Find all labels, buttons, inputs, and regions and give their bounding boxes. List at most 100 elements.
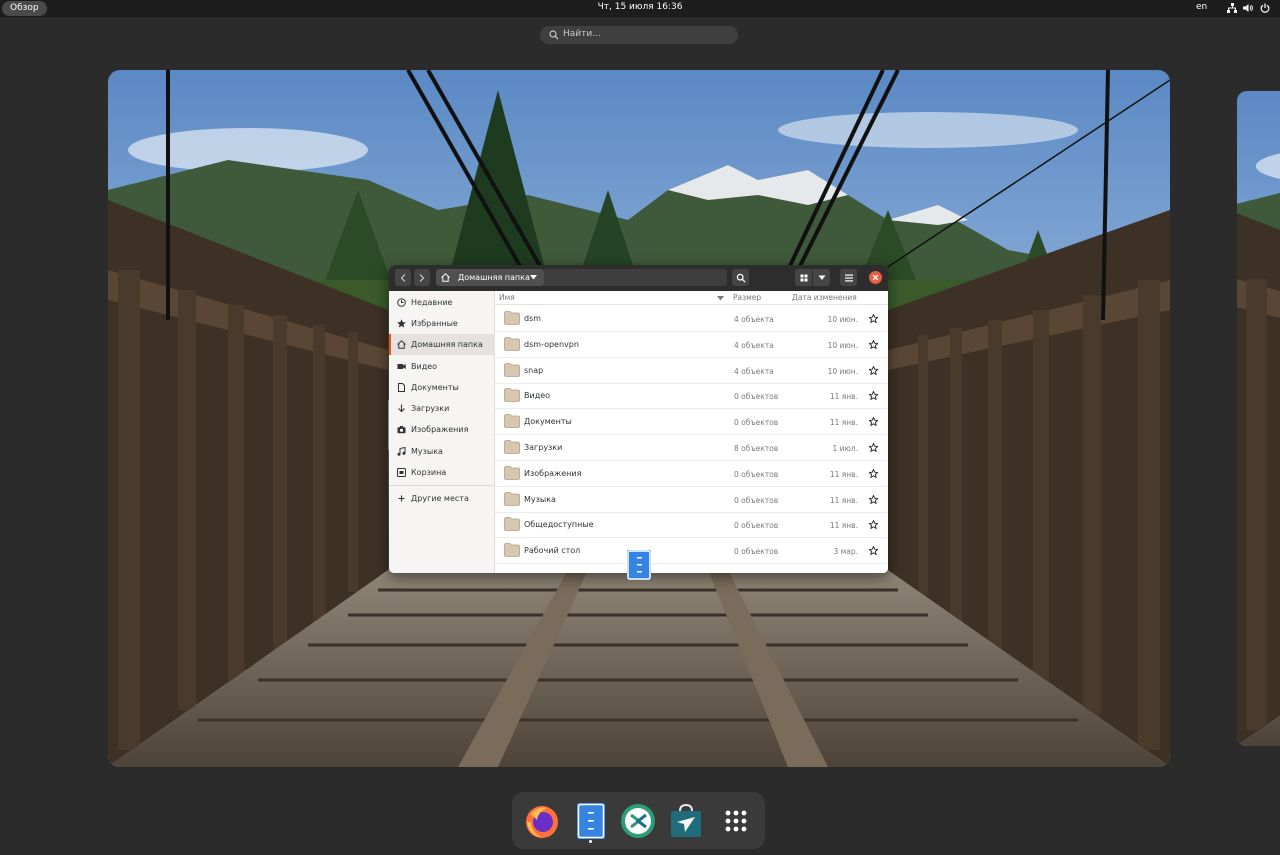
- search-icon: [549, 30, 559, 40]
- column-size-header[interactable]: Размер: [733, 293, 761, 302]
- table-row[interactable]: Видео 0 объектов 11 янв.: [495, 383, 888, 410]
- file-name: Документы: [524, 417, 572, 427]
- power-icon[interactable]: [1260, 3, 1270, 13]
- sidebar-item-label: Недавние: [411, 298, 453, 307]
- file-modified-date: 11 янв.: [829, 469, 858, 479]
- files-icon[interactable]: [572, 802, 610, 840]
- star-icon[interactable]: [869, 391, 878, 401]
- sidebar-item-recent[interactable]: Недавние: [389, 292, 495, 313]
- next-workspace-thumbnail[interactable]: [1237, 91, 1280, 746]
- file-modified-date: 10 июн.: [827, 366, 858, 376]
- sort-down-icon[interactable]: [717, 296, 724, 301]
- file-modified-date: 10 июн.: [827, 315, 858, 324]
- sidebar-item-documents[interactable]: Документы: [389, 377, 495, 398]
- chevron-left-icon: [400, 273, 406, 282]
- header-bar: Домашняя папка: [389, 265, 888, 291]
- star-icon[interactable]: [869, 339, 878, 349]
- sidebar-item-label: Избранные: [411, 319, 458, 328]
- forward-button[interactable]: [414, 269, 430, 286]
- software-store-icon[interactable]: [667, 802, 705, 840]
- close-button[interactable]: [869, 271, 882, 284]
- star-icon[interactable]: [869, 417, 878, 427]
- table-row[interactable]: snap 4 объекта 10 июн.: [495, 358, 888, 384]
- remmina-icon[interactable]: [619, 802, 657, 840]
- star-icon[interactable]: [869, 443, 878, 452]
- sidebar-item-label: Загрузки: [411, 404, 450, 413]
- menu-button[interactable]: [840, 269, 857, 286]
- running-app-indicator: [589, 840, 592, 843]
- column-modified-header[interactable]: Дата изменения: [792, 293, 857, 302]
- search-button[interactable]: [732, 269, 749, 286]
- view-grid-button[interactable]: [795, 269, 812, 286]
- file-modified-date: 11 янв.: [829, 495, 858, 505]
- file-size: 4 объекта: [734, 315, 774, 324]
- table-row[interactable]: Документы 0 объектов 11 янв.: [495, 409, 888, 436]
- star-icon[interactable]: [869, 365, 878, 375]
- sidebar-item-other-locations[interactable]: Другие места: [389, 488, 495, 509]
- search-field[interactable]: Найти...: [540, 26, 738, 44]
- table-row[interactable]: Общедоступные 0 объектов 11 янв.: [495, 512, 888, 539]
- file-modified-date: 11 янв.: [829, 418, 858, 428]
- file-modified-date: 3 мар.: [833, 547, 858, 557]
- volume-icon[interactable]: [1243, 3, 1253, 13]
- sidebar-item-pictures[interactable]: Изображения: [389, 419, 495, 440]
- back-button[interactable]: [395, 269, 411, 286]
- chevron-right-icon: [419, 273, 425, 282]
- folder-icon: [504, 414, 520, 429]
- file-name: dsm-openvpn: [524, 339, 579, 349]
- sidebar-item-downloads[interactable]: Загрузки: [389, 398, 495, 419]
- sidebar-item-label: Видео: [411, 362, 438, 371]
- home-icon: [441, 273, 450, 282]
- file-name: Изображения: [524, 468, 582, 478]
- trash-icon: [397, 468, 406, 477]
- file-modified-date: 11 янв.: [829, 521, 858, 531]
- star-icon[interactable]: [869, 468, 878, 478]
- file-size: 0 объектов: [734, 521, 779, 531]
- file-size: 0 объектов: [734, 469, 779, 479]
- network-icon[interactable]: [1227, 3, 1237, 13]
- view-options-button[interactable]: [813, 269, 830, 286]
- clock[interactable]: Чт, 15 июля 16:36: [0, 2, 1280, 12]
- column-header: Имя Размер Дата изменения: [495, 291, 888, 305]
- video-icon: [397, 364, 406, 369]
- sidebar-item-home[interactable]: Домашняя папка: [389, 334, 495, 355]
- keyboard-layout-indicator[interactable]: en: [1196, 2, 1207, 12]
- table-row[interactable]: Загрузки 8 объектов 1 июл.: [495, 435, 888, 461]
- wallpaper-image: [1237, 91, 1280, 746]
- hamburger-icon: [844, 274, 853, 281]
- path-bar-label: Домашняя папка: [458, 273, 530, 282]
- music-icon: [397, 447, 406, 456]
- folder-icon: [504, 336, 520, 351]
- app-grid-icon[interactable]: [717, 802, 755, 840]
- file-size: 4 объекта: [734, 366, 774, 376]
- file-name: snap: [524, 365, 544, 375]
- sidebar-item-label: Документы: [411, 383, 459, 392]
- table-row[interactable]: dsm-openvpn 4 объекта 10 июн.: [495, 332, 888, 358]
- sidebar-item-starred[interactable]: Избранные: [389, 313, 495, 334]
- path-bar-home-button[interactable]: Домашняя папка: [436, 269, 544, 286]
- file-manager-window[interactable]: Домашняя папка Недавние Избранные Домашн…: [389, 265, 888, 573]
- table-row[interactable]: Музыка 0 объектов 11 янв.: [495, 487, 888, 513]
- star-icon[interactable]: [869, 520, 878, 530]
- file-name: dsm: [524, 314, 542, 323]
- firefox-icon[interactable]: [523, 802, 561, 840]
- download-icon: [398, 404, 405, 413]
- sidebar-item-videos[interactable]: Видео: [389, 356, 495, 377]
- file-name: Общедоступные: [524, 520, 594, 530]
- search-icon: [736, 273, 745, 282]
- sidebar-item-label: Корзина: [411, 468, 447, 477]
- top-bar: Обзор Чт, 15 июля 16:36 en: [0, 0, 1280, 17]
- dock: [512, 792, 765, 849]
- sidebar-item-trash[interactable]: Корзина: [389, 462, 495, 483]
- table-row[interactable]: Рабочий стол 0 объектов 3 мар.: [495, 538, 888, 565]
- column-name-header[interactable]: Имя: [499, 293, 515, 302]
- table-row[interactable]: dsm 4 объекта 10 июн.: [495, 306, 888, 332]
- star-icon[interactable]: [869, 546, 878, 556]
- sidebar-item-music[interactable]: Музыка: [389, 441, 495, 462]
- chevron-down-icon: [818, 275, 825, 280]
- table-row[interactable]: Изображения 0 объектов 11 янв.: [495, 461, 888, 487]
- star-icon[interactable]: [869, 314, 878, 323]
- chevron-down-icon: [530, 275, 537, 280]
- grid-icon: [800, 274, 807, 281]
- star-icon[interactable]: [869, 494, 878, 504]
